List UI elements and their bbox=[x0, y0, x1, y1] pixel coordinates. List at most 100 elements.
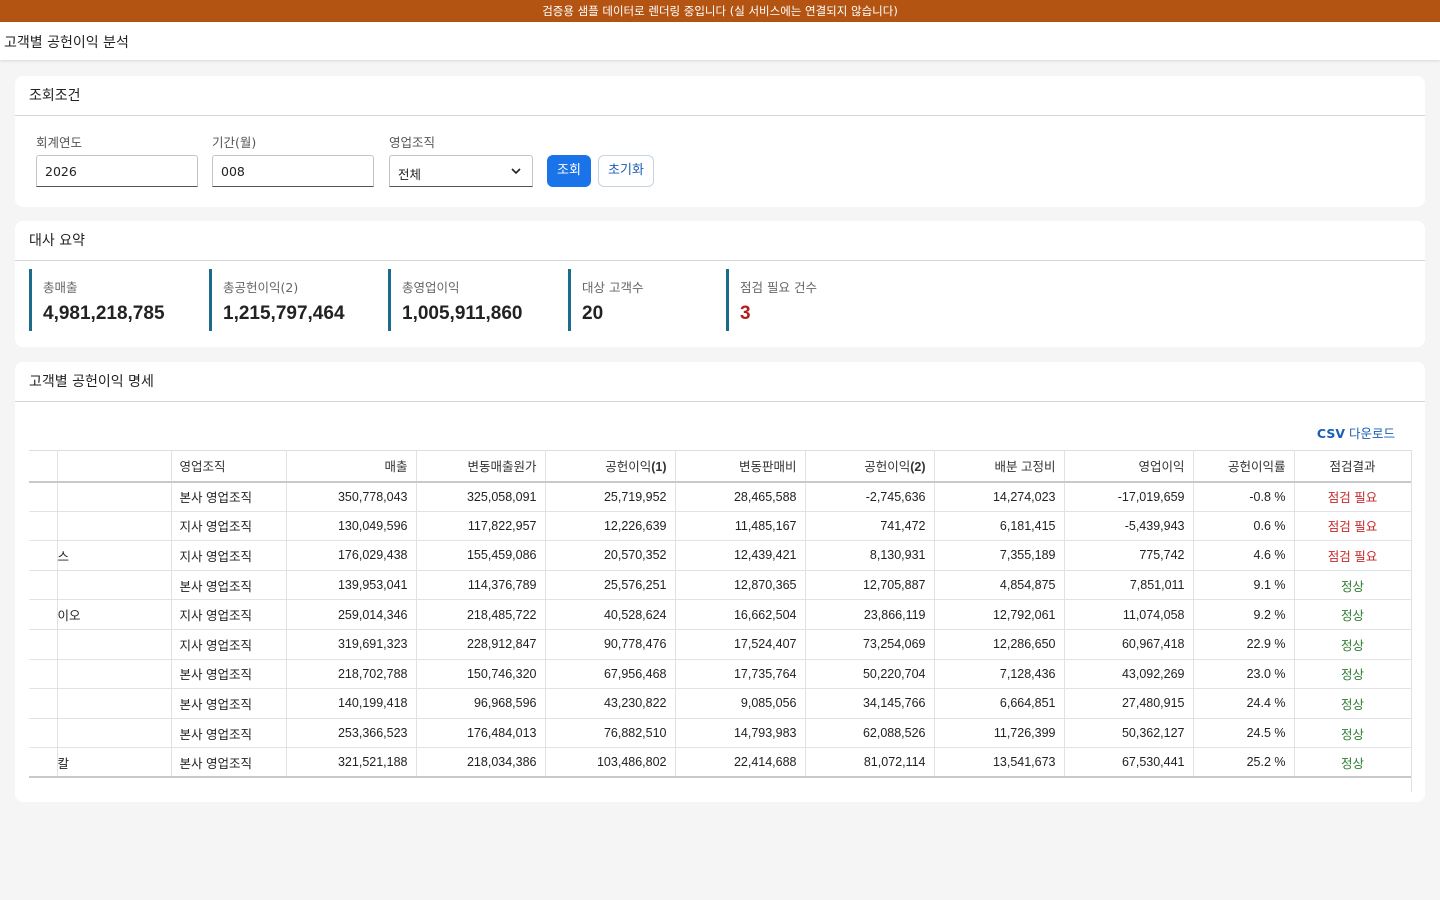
cell-contribution-2: 741,472 bbox=[805, 511, 935, 542]
cell-variable-cogs: 150,746,320 bbox=[416, 659, 546, 690]
cell-variable-cogs: 155,459,086 bbox=[416, 540, 546, 571]
cell-sales: 140,199,418 bbox=[286, 688, 417, 719]
cell-blank bbox=[29, 659, 58, 690]
cell-operating-profit: 11,074,058 bbox=[1064, 599, 1194, 630]
cell-contribution-2: 50,220,704 bbox=[805, 659, 935, 690]
col-header-contribution-rate[interactable]: 공헌이익률 bbox=[1193, 450, 1295, 483]
col-header-variable-cogs[interactable]: 변동매출원가 bbox=[416, 450, 546, 483]
table-row[interactable]: 본사 영업조직 253,366,523 176,484,013 76,882,510 1… bbox=[29, 718, 1412, 749]
cell-contribution-2: 73,254,069 bbox=[805, 629, 935, 660]
org-select-value: 전체 bbox=[398, 167, 422, 182]
cell-operating-profit: 67,530,441 bbox=[1064, 747, 1194, 779]
table-row[interactable]: 지사 영업조직 130,049,596 117,822,957 12,226,639 1… bbox=[29, 511, 1412, 542]
table-row[interactable]: 본사 영업조직 139,953,041 114,376,789 25,576,251 1… bbox=[29, 570, 1412, 601]
cell-sales: 139,953,041 bbox=[286, 570, 417, 601]
cell-contribution-rate: 22.9 % bbox=[1193, 629, 1295, 660]
table-row[interactable]: 칼 본사 영업조직 321,521,188 218,034,386 103,486,80… bbox=[29, 747, 1412, 779]
cell-sales: 259,014,346 bbox=[286, 599, 417, 630]
cell-customer bbox=[57, 629, 172, 660]
table-row[interactable]: 스 지사 영업조직 176,029,438 155,459,086 20,570,352… bbox=[29, 540, 1412, 571]
kpi-total-operating-profit: 총영업이익 1,005,911,860 bbox=[388, 269, 522, 331]
col-header-org[interactable]: 영업조직 bbox=[171, 450, 287, 483]
table-row[interactable]: 지사 영업조직 319,691,323 228,912,847 90,778,476 1… bbox=[29, 629, 1412, 660]
cell-allocated-fixed: 12,286,650 bbox=[934, 629, 1065, 660]
table-row[interactable]: 본사 영업조직 218,702,788 150,746,320 67,956,468 1… bbox=[29, 659, 1412, 690]
cell-sales: 176,029,438 bbox=[286, 540, 417, 571]
cell-variable-selling: 14,793,983 bbox=[675, 718, 806, 749]
cell-org: 본사 영업조직 bbox=[171, 718, 287, 749]
cell-blank bbox=[29, 540, 58, 571]
cell-blank bbox=[29, 570, 58, 601]
cell-customer bbox=[57, 718, 172, 749]
cell-org: 본사 영업조직 bbox=[171, 570, 287, 601]
col-header-contribution-1[interactable]: 공헌이익(1) bbox=[545, 450, 676, 483]
csv-download-link[interactable]: CSV 다운로드 bbox=[1317, 423, 1395, 442]
contribution-table: 영업조직 매출 변동매출원가 공헌이익(1) 변동판매비 공헌이익(2) 배분 … bbox=[29, 450, 1412, 779]
cell-allocated-fixed: 6,181,415 bbox=[934, 511, 1065, 542]
table-row[interactable]: 본사 영업조직 350,778,043 325,058,091 25,719,952 2… bbox=[29, 481, 1412, 512]
cell-review-result: 정상 bbox=[1294, 570, 1412, 601]
cell-variable-cogs: 117,822,957 bbox=[416, 511, 546, 542]
cell-allocated-fixed: 12,792,061 bbox=[934, 599, 1065, 630]
cell-variable-cogs: 325,058,091 bbox=[416, 481, 546, 512]
cell-contribution-1: 40,528,624 bbox=[545, 599, 676, 630]
cell-blank bbox=[29, 481, 58, 512]
cell-review-result: 정상 bbox=[1294, 747, 1412, 779]
cell-operating-profit: 60,967,418 bbox=[1064, 629, 1194, 660]
kpi-label: 총영업이익 bbox=[402, 280, 460, 295]
cell-variable-cogs: 228,912,847 bbox=[416, 629, 546, 660]
table-row[interactable]: 본사 영업조직 140,199,418 96,968,596 43,230,822 9,… bbox=[29, 688, 1412, 719]
kpi-label: 점검 필요 건수 bbox=[740, 280, 817, 295]
reset-button[interactable]: 초기화 bbox=[598, 155, 654, 187]
cell-allocated-fixed: 14,274,023 bbox=[934, 481, 1065, 512]
cell-contribution-2: 81,072,114 bbox=[805, 747, 935, 779]
cell-contribution-rate: -0.8 % bbox=[1193, 481, 1295, 512]
cell-blank bbox=[29, 599, 58, 630]
cell-contribution-rate: 9.2 % bbox=[1193, 599, 1295, 630]
col-header-review-result[interactable]: 점검결과 bbox=[1294, 450, 1412, 483]
search-button[interactable]: 조회 bbox=[547, 155, 591, 187]
cell-customer bbox=[57, 659, 172, 690]
cell-review-result: 정상 bbox=[1294, 659, 1412, 690]
table-row[interactable]: 이오 지사 영업조직 259,014,346 218,485,722 40,528,62… bbox=[29, 599, 1412, 630]
cell-variable-selling: 17,524,407 bbox=[675, 629, 806, 660]
cell-variable-selling: 17,735,764 bbox=[675, 659, 806, 690]
col-header-operating-profit[interactable]: 영업이익 bbox=[1064, 450, 1194, 483]
cell-allocated-fixed: 7,355,189 bbox=[934, 540, 1065, 571]
cell-review-result: 정상 bbox=[1294, 629, 1412, 660]
kpi-total-contribution: 총공헌이익(2) 1,215,797,464 bbox=[209, 269, 345, 331]
col-header-sales[interactable]: 매출 bbox=[286, 450, 417, 483]
cell-blank bbox=[29, 511, 58, 542]
cell-variable-cogs: 96,968,596 bbox=[416, 688, 546, 719]
cell-contribution-rate: 0.6 % bbox=[1193, 511, 1295, 542]
cell-customer: 스 bbox=[57, 540, 172, 571]
cell-org: 지사 영업조직 bbox=[171, 629, 287, 660]
kpi-value: 20 bbox=[582, 303, 604, 324]
cell-contribution-1: 90,778,476 bbox=[545, 629, 676, 660]
cell-operating-profit: 50,362,127 bbox=[1064, 718, 1194, 749]
org-select[interactable]: 전체 bbox=[389, 155, 533, 187]
cell-allocated-fixed: 6,664,851 bbox=[934, 688, 1065, 719]
cell-operating-profit: 27,480,915 bbox=[1064, 688, 1194, 719]
col-header-text: 공헌이익 bbox=[864, 460, 911, 475]
cell-contribution-1: 103,486,802 bbox=[545, 747, 676, 779]
fiscal-year-input[interactable]: 2026 bbox=[36, 155, 198, 187]
cell-operating-profit: -17,019,659 bbox=[1064, 481, 1194, 512]
col-header-variable-selling[interactable]: 변동판매비 bbox=[675, 450, 806, 483]
col-header-contribution-2[interactable]: 공헌이익(2) bbox=[805, 450, 935, 483]
scroll-divider bbox=[1411, 480, 1412, 792]
cell-contribution-1: 76,882,510 bbox=[545, 718, 676, 749]
cell-contribution-rate: 24.4 % bbox=[1193, 688, 1295, 719]
cell-operating-profit: -5,439,943 bbox=[1064, 511, 1194, 542]
cell-contribution-1: 20,570,352 bbox=[545, 540, 676, 571]
cell-customer bbox=[57, 688, 172, 719]
cell-review-result: 점검 필요 bbox=[1294, 540, 1412, 571]
cell-review-result: 정상 bbox=[1294, 599, 1412, 630]
cell-customer: 칼 bbox=[57, 747, 172, 779]
period-input[interactable]: 008 bbox=[212, 155, 374, 187]
chevron-down-icon bbox=[511, 168, 521, 175]
col-header-allocated-fixed[interactable]: 배분 고정비 bbox=[934, 450, 1065, 483]
cell-operating-profit: 7,851,011 bbox=[1064, 570, 1194, 601]
org-field: 영업조직 전체 bbox=[389, 132, 533, 187]
cell-allocated-fixed: 4,854,875 bbox=[934, 570, 1065, 601]
